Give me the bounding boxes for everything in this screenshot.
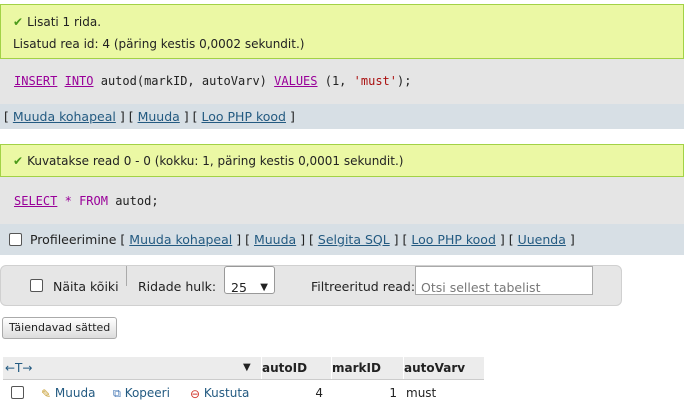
insert-result-title: Lisati 1 rida. [27, 15, 102, 29]
rows-count-select[interactable]: 25 ▼ [224, 266, 275, 295]
checkmark-icon: ✔ [13, 15, 24, 29]
sql-keyword-insert[interactable]: INSERT [14, 74, 57, 88]
filter-label: Filtreeritud read: [311, 279, 416, 294]
filter-placeholder: Otsi sellest tabelist [421, 280, 541, 295]
sql-keyword-values[interactable]: VALUES [274, 74, 317, 88]
sql-target: autod(markID, autoVarv) [100, 74, 267, 88]
sql-values-close: ); [397, 74, 412, 88]
sql-keyword-from: FROM [79, 194, 108, 208]
rows-count-label: Ridade hulk: [138, 279, 217, 294]
row-edit-action[interactable]: ✎ Muuda [41, 381, 95, 406]
sql-keyword-into[interactable]: INTO [65, 74, 94, 88]
cell-autovarv[interactable]: must [406, 381, 436, 405]
divider [126, 266, 127, 286]
navigation-bar: Näita kõiki Ridade hulk: 25 ▼ Filtreerit… [0, 265, 622, 306]
rows-count-value: 25 [231, 280, 247, 295]
show-all-label[interactable]: Näita kõiki [53, 266, 119, 307]
sql-string-value: 'must' [353, 74, 397, 88]
row-copy-link[interactable]: Kopeeri [125, 386, 170, 400]
sql-values-open: (1, [324, 74, 354, 88]
create-php-link[interactable]: Loo PHP kood [411, 232, 496, 247]
checkmark-icon: ✔ [13, 154, 24, 168]
sql-query-insert: INSERT INTO autod(markID, autoVarv) VALU… [0, 59, 684, 104]
row-edit-link[interactable]: Muuda [55, 386, 96, 400]
sql-star: * [64, 194, 72, 208]
sql-query-select: SELECT * FROM autod; [0, 177, 684, 224]
insert-result-detail: Lisatud rea id: 4 (päring kestis 0,0002 … [13, 37, 305, 51]
explain-sql-link[interactable]: Selgita SQL [318, 232, 390, 247]
success-message-select: ✔ Kuvatakse read 0 - 0 (kokku: 1, päring … [0, 144, 684, 177]
column-header-autoid[interactable]: autoID [261, 357, 331, 379]
profiling-label[interactable]: Profileerimine [30, 232, 116, 247]
row-copy-action[interactable]: ⧉ Kopeeri [113, 381, 170, 406]
refresh-link[interactable]: Uuenda [518, 232, 566, 247]
column-header-autovarv[interactable]: autoVarv [403, 357, 484, 379]
select-result-title: Kuvatakse read 0 - 0 (kokku: 1, päring k… [27, 154, 404, 168]
row-delete-action[interactable]: ⊖ Kustuta [190, 381, 249, 406]
cell-autoid[interactable]: 4 [261, 381, 323, 405]
edit-inline-link[interactable]: Muuda kohapeal [129, 232, 232, 247]
filter-rows-input[interactable]: Otsi sellest tabelist [415, 266, 593, 295]
table-row: ✎ Muuda ⧉ Kopeeri ⊖ Kustuta 4 1 must [3, 381, 484, 405]
edit-link[interactable]: Muuda [138, 109, 180, 124]
row-select-checkbox[interactable] [11, 386, 24, 399]
row-delete-link[interactable]: Kustuta [204, 386, 250, 400]
column-resize-arrows-icon[interactable]: ←T→ [5, 357, 32, 379]
sql-keyword-select[interactable]: SELECT [14, 194, 57, 208]
show-all-checkbox[interactable] [30, 279, 43, 292]
table-header: ←T→ ▼ autoID markID autoVarv [3, 357, 484, 380]
edit-link[interactable]: Muuda [254, 232, 296, 247]
copy-icon: ⧉ [113, 386, 121, 400]
pencil-icon: ✎ [41, 386, 52, 401]
cell-markid[interactable]: 1 [331, 381, 397, 405]
delete-icon: ⊖ [190, 386, 201, 401]
edit-inline-link[interactable]: Muuda kohapeal [13, 109, 116, 124]
profiling-checkbox[interactable] [9, 233, 22, 246]
sort-dropdown-icon[interactable]: ▼ [243, 357, 251, 379]
query-actions-2: Profileerimine [ Muuda kohapeal ] [ Muud… [0, 224, 684, 255]
sql-table-name: autod; [115, 194, 159, 208]
extra-options-button[interactable]: Täiendavad sätted [2, 317, 118, 339]
create-php-link[interactable]: Loo PHP kood [202, 109, 287, 124]
column-header-markid[interactable]: markID [331, 357, 403, 379]
query-actions-1: [ Muuda kohapeal ] [ Muuda ] [ Loo PHP k… [0, 104, 684, 129]
chevron-down-icon: ▼ [260, 282, 268, 293]
success-message-insert: ✔ Lisati 1 rida. Lisatud rea id: 4 (pärin… [0, 4, 684, 59]
